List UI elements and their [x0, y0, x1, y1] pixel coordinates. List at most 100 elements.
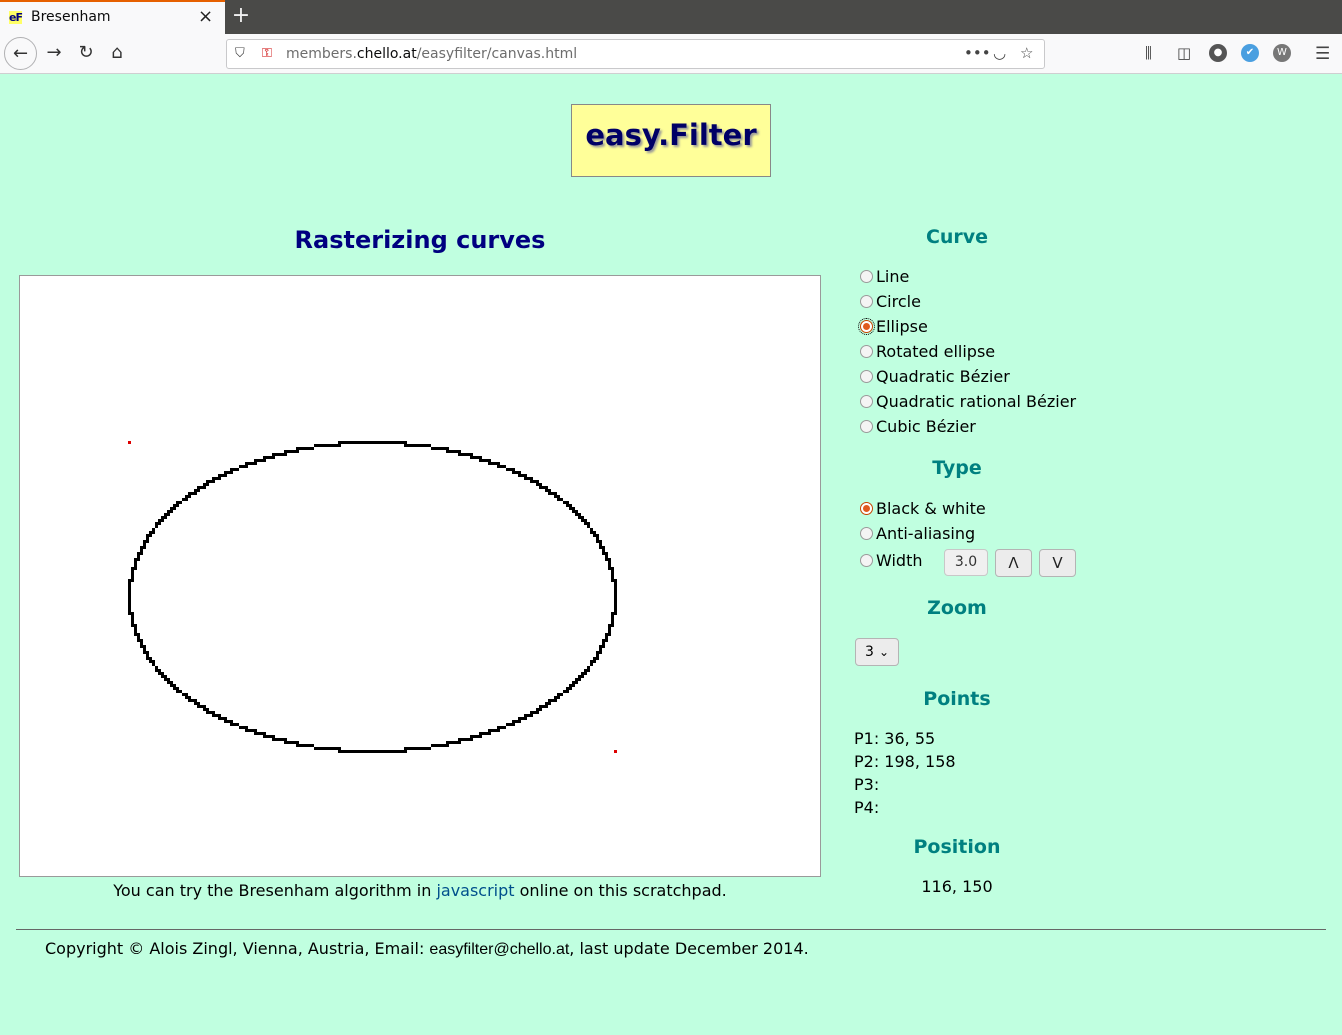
ellipse-pixel	[128, 594, 131, 597]
ellipse-pixel	[542, 486, 545, 489]
ellipse-pixel	[230, 471, 233, 474]
ellipse-pixel	[128, 582, 131, 585]
radio-width[interactable]	[860, 554, 873, 567]
footer-email[interactable]: easyfilter@chello.at	[429, 941, 569, 958]
ellipse-pixel	[140, 639, 143, 642]
ellipse-drawing	[128, 441, 617, 753]
ellipse-pixel	[611, 624, 614, 627]
radio-black-white[interactable]	[860, 502, 873, 515]
javascript-link[interactable]: javascript	[436, 881, 514, 900]
ellipse-pixel	[200, 486, 203, 489]
point-marker-p1[interactable]	[128, 441, 131, 444]
ellipse-pixel	[254, 729, 257, 732]
ellipse-pixel	[353, 441, 356, 444]
radio-anti-aliasing[interactable]	[860, 527, 873, 540]
sidebar-icon[interactable]: ◫	[1177, 44, 1191, 62]
ellipse-pixel	[608, 558, 611, 561]
ellipse-pixel	[566, 501, 569, 504]
ellipse-pixel	[173, 687, 176, 690]
url-text[interactable]: members.chello.at/easyfilter/canvas.html	[286, 46, 577, 62]
radio-rotated-ellipse[interactable]	[860, 345, 873, 358]
width-input[interactable]: 3.0	[944, 549, 988, 576]
ellipse-pixel	[614, 600, 617, 603]
width-increase-button[interactable]: Λ	[995, 549, 1032, 577]
shield-icon[interactable]: ⛉	[235, 46, 245, 61]
address-bar[interactable]: ⛉ ⚿ members.chello.at/easyfilter/canvas.…	[226, 39, 1045, 69]
extension-icon[interactable]: ✔	[1241, 44, 1259, 62]
logo[interactable]: easy.Filter	[571, 104, 771, 177]
ellipse-pixel	[608, 561, 611, 564]
forward-icon[interactable]: →	[38, 37, 70, 69]
ellipse-pixel	[194, 702, 197, 705]
radio-cubic-bezier[interactable]	[860, 420, 873, 433]
ellipse-pixel	[242, 465, 245, 468]
insecure-lock-icon[interactable]: ⚿	[262, 46, 272, 61]
ellipse-pixel	[554, 495, 557, 498]
radio-quadratic-rational-bezier[interactable]	[860, 395, 873, 408]
ellipse-pixel	[206, 708, 209, 711]
browser-tab[interactable]: eF Bresenham ×	[0, 0, 225, 34]
drawing-canvas[interactable]	[19, 275, 821, 877]
ellipse-pixel	[368, 750, 371, 753]
ellipse-pixel	[584, 519, 587, 522]
ellipse-pixel	[134, 630, 137, 633]
ellipse-pixel	[479, 732, 482, 735]
ellipse-pixel	[206, 711, 209, 714]
ellipse-pixel	[185, 693, 188, 696]
ellipse-pixel	[479, 459, 482, 462]
ellipse-pixel	[302, 447, 305, 450]
close-tab-icon[interactable]: ×	[198, 6, 213, 27]
ellipse-pixel	[572, 684, 575, 687]
ellipse-pixel	[614, 585, 617, 588]
ellipse-pixel	[440, 447, 443, 450]
ellipse-pixel	[167, 513, 170, 516]
ellipse-pixel	[581, 516, 584, 519]
reload-icon[interactable]: ↻	[70, 37, 102, 69]
library-icon[interactable]: ⫼	[1145, 44, 1152, 62]
radio-line[interactable]	[860, 270, 873, 283]
ellipse-pixel	[458, 450, 461, 453]
new-tab-icon[interactable]: +	[229, 2, 253, 30]
more-icon[interactable]: •••	[964, 44, 991, 62]
zoom-select[interactable]: 3 ⌄	[855, 638, 899, 666]
ellipse-pixel	[185, 495, 188, 498]
pocket-icon[interactable]: ◡	[993, 44, 1006, 62]
width-decrease-button[interactable]: V	[1039, 549, 1076, 577]
ellipse-pixel	[401, 750, 404, 753]
extension-w-icon[interactable]: W	[1273, 44, 1291, 62]
ellipse-pixel	[230, 468, 233, 471]
ellipse-pixel	[488, 459, 491, 462]
ellipse-pixel	[605, 558, 608, 561]
ellipse-pixel	[212, 711, 215, 714]
ellipse-pixel	[446, 744, 449, 747]
account-icon[interactable]: ●	[1209, 44, 1227, 62]
ellipse-pixel	[491, 729, 494, 732]
ellipse-pixel	[293, 741, 296, 744]
home-icon[interactable]: ⌂	[101, 37, 133, 69]
ellipse-pixel	[371, 750, 374, 753]
ellipse-pixel	[278, 738, 281, 741]
radio-ellipse[interactable]	[858, 318, 875, 335]
ellipse-pixel	[449, 450, 452, 453]
ellipse-pixel	[212, 714, 215, 717]
radio-circle[interactable]	[860, 295, 873, 308]
ellipse-pixel	[548, 492, 551, 495]
point-marker-p2[interactable]	[614, 750, 617, 753]
ellipse-pixel	[608, 624, 611, 627]
ellipse-pixel	[242, 726, 245, 729]
ellipse-pixel	[134, 567, 137, 570]
ellipse-pixel	[320, 747, 323, 750]
star-icon[interactable]: ☆	[1020, 44, 1033, 62]
ellipse-pixel	[251, 729, 254, 732]
ellipse-pixel	[467, 738, 470, 741]
back-icon[interactable]: ←	[4, 37, 37, 70]
radio-quadratic-bezier[interactable]	[860, 370, 873, 383]
tab-strip: eF Bresenham × +	[0, 0, 1342, 34]
ellipse-pixel	[323, 444, 326, 447]
ellipse-pixel	[224, 471, 227, 474]
menu-icon[interactable]: ☰	[1315, 44, 1330, 64]
ellipse-pixel	[614, 603, 617, 606]
ellipse-pixel	[320, 444, 323, 447]
ellipse-pixel	[248, 462, 251, 465]
ellipse-pixel	[569, 507, 572, 510]
